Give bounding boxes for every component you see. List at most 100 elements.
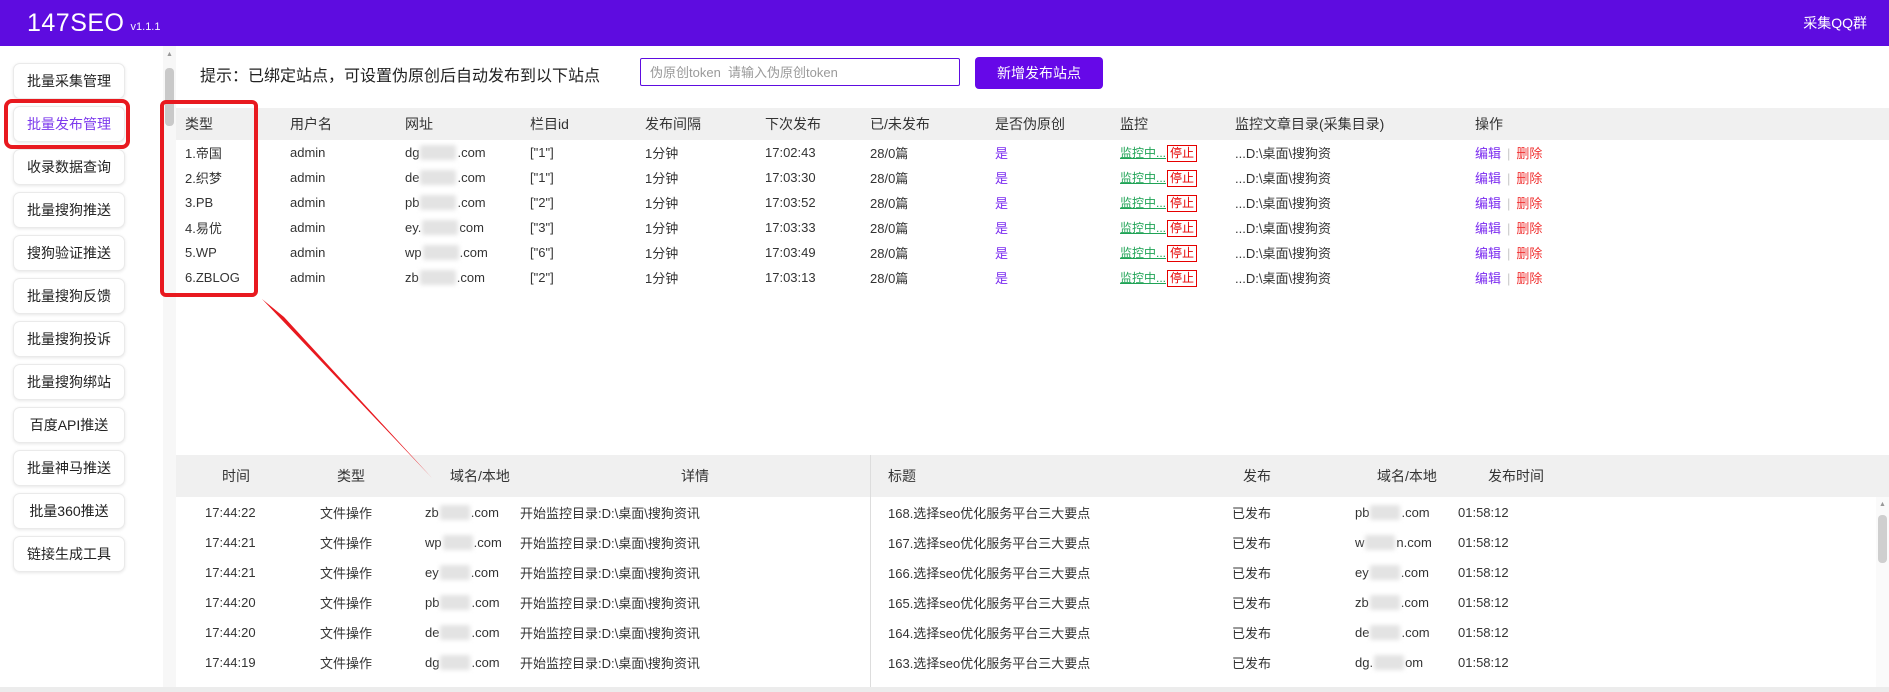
stop-button[interactable]: 停止 (1167, 145, 1197, 162)
cell-time: 17:44:19 (205, 655, 320, 670)
stop-button[interactable]: 停止 (1167, 245, 1197, 262)
scrollbar-thumb[interactable] (165, 68, 174, 126)
sidebar-item-7[interactable]: 批量搜狗投诉 (13, 321, 125, 357)
censored-blur (443, 535, 473, 550)
cell-publish-status: 已发布 (1232, 563, 1355, 582)
censored-blur (440, 655, 470, 670)
edit-link[interactable]: 编辑 (1475, 221, 1501, 236)
sidebar-item-11[interactable]: 批量360推送 (13, 493, 125, 529)
monitoring-link[interactable]: 监控中... (1120, 146, 1166, 160)
sidebar-item-5[interactable]: 搜狗验证推送 (13, 235, 125, 271)
delete-link[interactable]: 删除 (1516, 246, 1542, 261)
edit-link[interactable]: 编辑 (1475, 246, 1501, 261)
edit-link[interactable]: 编辑 (1475, 196, 1501, 211)
cell-interval: 1分钟 (645, 168, 765, 187)
column-header: 详情 (520, 466, 870, 486)
main-content: 提示：已绑定站点，可设置伪原创后自动发布到以下站点 新增发布站点 类型用户名网址… (176, 46, 1889, 692)
edit-link[interactable]: 编辑 (1475, 146, 1501, 161)
op-separator: | (1507, 146, 1510, 161)
cell-type: 文件操作 (320, 533, 425, 552)
cell-monitor: 监控中...停止 (1120, 194, 1235, 212)
sidebar-item-3[interactable]: 收录数据查询 (13, 149, 125, 185)
log-scrollbar[interactable]: ▲ (1876, 497, 1889, 692)
delete-link[interactable]: 删除 (1516, 171, 1542, 186)
sidebar-item-8[interactable]: 批量搜狗绑站 (13, 364, 125, 400)
column-header: 标题 (870, 466, 1232, 486)
cell-monitor-dir: ...D:\桌面\搜狗资 (1235, 268, 1475, 287)
edit-link[interactable]: 编辑 (1475, 271, 1501, 286)
delete-link[interactable]: 删除 (1516, 146, 1542, 161)
op-separator: | (1507, 271, 1510, 286)
cell-next-publish: 17:03:33 (765, 220, 870, 235)
cell-operations: 编辑 | 删除 (1475, 143, 1889, 162)
cell-title: 167.选择seo优化服务平台三大要点 (870, 533, 1232, 552)
scroll-up-icon[interactable]: ▲ (163, 46, 176, 58)
cell-title: 165.选择seo优化服务平台三大要点 (870, 593, 1232, 612)
stop-button[interactable]: 停止 (1167, 170, 1197, 187)
monitoring-link[interactable]: 监控中... (1120, 171, 1166, 185)
monitoring-link[interactable]: 监控中... (1120, 221, 1166, 235)
censored-blur (420, 195, 456, 210)
edit-link[interactable]: 编辑 (1475, 171, 1501, 186)
pseudo-token-input[interactable] (640, 58, 960, 86)
monitoring-link[interactable]: 监控中... (1120, 271, 1166, 285)
column-header: 已/未发布 (870, 114, 995, 134)
sidebar-item-2[interactable]: 批量发布管理 (13, 106, 125, 142)
site-row: 5.WPadminwp.com["6"]1分钟17:03:4928/0篇是监控中… (176, 240, 1889, 265)
add-publish-site-button[interactable]: 新增发布站点 (975, 57, 1103, 89)
stop-button[interactable]: 停止 (1167, 270, 1197, 287)
cell-detail: 开始监控目录:D:\桌面\搜狗资讯 (520, 503, 870, 522)
scrollbar-thumb[interactable] (1878, 515, 1887, 563)
cell-publish-time: 01:58:12 (1458, 505, 1889, 520)
sidebar-item-4[interactable]: 批量搜狗推送 (13, 192, 125, 228)
qq-group-link[interactable]: 采集QQ群 (1803, 0, 1867, 46)
sidebar-item-1[interactable]: 批量采集管理 (13, 63, 125, 99)
stop-button[interactable]: 停止 (1167, 195, 1197, 212)
sidebar-item-10[interactable]: 批量神马推送 (13, 450, 125, 486)
delete-link[interactable]: 删除 (1516, 221, 1542, 236)
cell-type: 文件操作 (320, 653, 425, 672)
cell-column-id: ["1"] (530, 145, 645, 160)
cell-published-count: 28/0篇 (870, 168, 995, 187)
cell-next-publish: 17:03:52 (765, 195, 870, 210)
sidebar-item-12[interactable]: 链接生成工具 (13, 536, 125, 572)
cell-detail: 开始监控目录:D:\桌面\搜狗资讯 (520, 533, 870, 552)
sidebar-item-6[interactable]: 批量搜狗反馈 (13, 278, 125, 314)
site-row: 4.易优adminey.com["3"]1分钟17:03:3328/0篇是监控中… (176, 215, 1889, 240)
cell-pseudo-original: 是 (995, 193, 1120, 212)
cell-type: 1.帝国 (185, 143, 290, 162)
delete-link[interactable]: 删除 (1516, 196, 1542, 211)
cell-monitor: 监控中...停止 (1120, 244, 1235, 262)
cell-publish-time: 01:58:12 (1458, 625, 1889, 640)
site-row: 6.ZBLOGadminzb.com["2"]1分钟17:03:1328/0篇是… (176, 265, 1889, 290)
cell-column-id: ["6"] (530, 245, 645, 260)
censored-blur (1365, 535, 1395, 550)
column-header: 类型 (320, 466, 425, 486)
site-row: 3.PBadminpb.com["2"]1分钟17:03:5228/0篇是监控中… (176, 190, 1889, 215)
stop-button[interactable]: 停止 (1167, 220, 1197, 237)
content-scrollbar[interactable]: ▲ (163, 46, 176, 692)
log-row: 17:44:19文件操作dg.com开始监控目录:D:\桌面\搜狗资讯163.选… (176, 647, 1889, 677)
censored-blur (1370, 505, 1400, 520)
censored-blur (1370, 595, 1400, 610)
cell-pseudo-original: 是 (995, 218, 1120, 237)
cell-interval: 1分钟 (645, 268, 765, 287)
cell-publish-domain: pb.com (1355, 505, 1458, 520)
column-header: 时间 (205, 466, 320, 486)
cell-published-count: 28/0篇 (870, 268, 995, 287)
cell-username: admin (290, 245, 405, 260)
delete-link[interactable]: 删除 (1516, 271, 1542, 286)
scroll-up-icon[interactable]: ▲ (1876, 497, 1889, 508)
cell-publish-domain: zb.com (1355, 595, 1458, 610)
cell-monitor-dir: ...D:\桌面\搜狗资 (1235, 168, 1475, 187)
horizontal-scrollbar[interactable] (0, 687, 1889, 692)
cell-detail: 开始监控目录:D:\桌面\搜狗资讯 (520, 593, 870, 612)
cell-url: pb.com (405, 195, 530, 210)
cell-url: ey.com (405, 220, 530, 235)
cell-url: wp.com (405, 245, 530, 260)
monitoring-link[interactable]: 监控中... (1120, 196, 1166, 210)
monitoring-link[interactable]: 监控中... (1120, 246, 1166, 260)
cell-url: dg.com (405, 145, 530, 160)
cell-monitor-dir: ...D:\桌面\搜狗资 (1235, 193, 1475, 212)
sidebar-item-9[interactable]: 百度API推送 (13, 407, 125, 443)
